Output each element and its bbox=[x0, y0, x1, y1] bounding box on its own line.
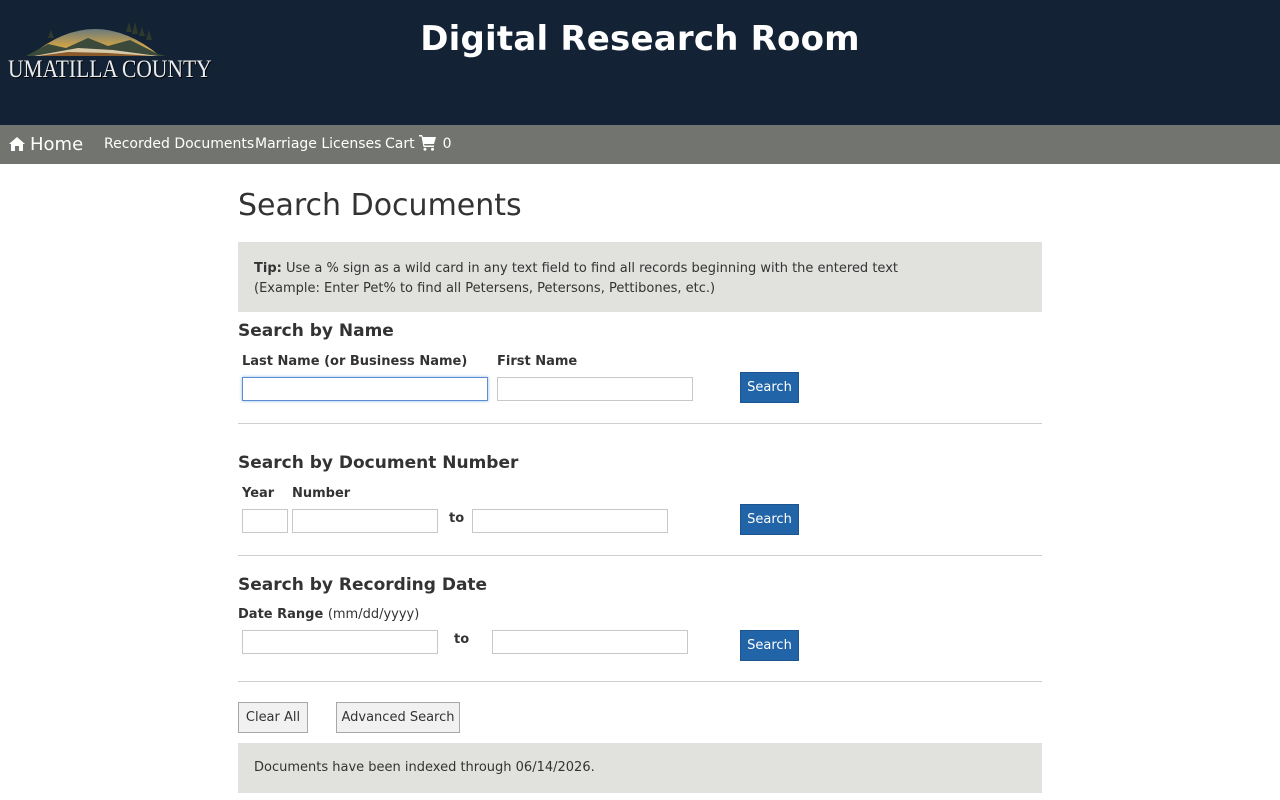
index-status-text: Documents have been indexed through 06/1… bbox=[254, 760, 595, 775]
main-nav: Home Recorded Documents Marriage License… bbox=[0, 125, 1280, 164]
search-by-document-button[interactable]: Search bbox=[740, 504, 799, 535]
first-name-input[interactable] bbox=[497, 377, 693, 401]
date-range-text: Date Range bbox=[238, 607, 324, 622]
nav-marriage-licenses-link[interactable]: Marriage Licenses bbox=[255, 125, 381, 164]
nav-home-link[interactable]: Home bbox=[8, 125, 83, 164]
home-icon bbox=[9, 137, 25, 151]
date-to-label: to bbox=[454, 632, 470, 647]
number-label: Number bbox=[292, 486, 351, 501]
section-divider bbox=[238, 681, 1042, 682]
cart-label: Cart bbox=[385, 136, 415, 152]
date-from-input[interactable] bbox=[242, 630, 438, 654]
number-from-input[interactable] bbox=[292, 509, 438, 533]
logo-text: UMATILLA COUNTY bbox=[8, 56, 212, 83]
tip-text: Use a % sign as a wild card in any text … bbox=[285, 261, 898, 276]
search-by-date-button[interactable]: Search bbox=[740, 630, 799, 661]
date-to-input[interactable] bbox=[492, 630, 688, 654]
last-name-input[interactable] bbox=[242, 377, 488, 401]
last-name-label: Last Name (or Business Name) bbox=[242, 354, 468, 369]
search-by-date-title: Search by Recording Date bbox=[238, 575, 488, 595]
nav-cart-link[interactable]: Cart 0 bbox=[385, 125, 452, 164]
tip-panel: Tip: Use a % sign as a wild card in any … bbox=[238, 242, 1042, 312]
search-by-document-title: Search by Document Number bbox=[238, 453, 519, 473]
year-input[interactable] bbox=[242, 509, 288, 533]
tip-label: Tip: bbox=[254, 261, 282, 276]
number-to-input[interactable] bbox=[472, 509, 668, 533]
search-by-name-title: Search by Name bbox=[238, 321, 394, 341]
date-range-label: Date Range (mm/dd/yyyy) bbox=[238, 607, 419, 622]
first-name-label: First Name bbox=[497, 354, 578, 369]
section-divider bbox=[238, 555, 1042, 556]
advanced-search-button[interactable]: Advanced Search bbox=[336, 702, 460, 733]
index-status-panel: Documents have been indexed through 06/1… bbox=[238, 743, 1042, 793]
site-header: UMATILLA COUNTY Digital Research Room bbox=[0, 0, 1280, 125]
clear-all-button[interactable]: Clear All bbox=[238, 702, 308, 733]
tip-line-2: (Example: Enter Pet% to find all Peterse… bbox=[254, 281, 716, 296]
nav-recorded-documents-link[interactable]: Recorded Documents bbox=[104, 125, 254, 164]
number-to-label: to bbox=[449, 511, 465, 526]
site-title: Digital Research Room bbox=[420, 19, 860, 59]
page-title: Search Documents bbox=[238, 188, 522, 223]
cart-icon bbox=[418, 135, 436, 151]
section-divider bbox=[238, 423, 1042, 424]
search-by-name-button[interactable]: Search bbox=[740, 372, 799, 403]
tip-line-1: Tip: Use a % sign as a wild card in any … bbox=[254, 259, 1026, 279]
nav-home-label: Home bbox=[30, 134, 84, 155]
year-label: Year bbox=[242, 486, 275, 501]
cart-count: 0 bbox=[442, 136, 452, 152]
date-format-hint: (mm/dd/yyyy) bbox=[327, 607, 420, 622]
